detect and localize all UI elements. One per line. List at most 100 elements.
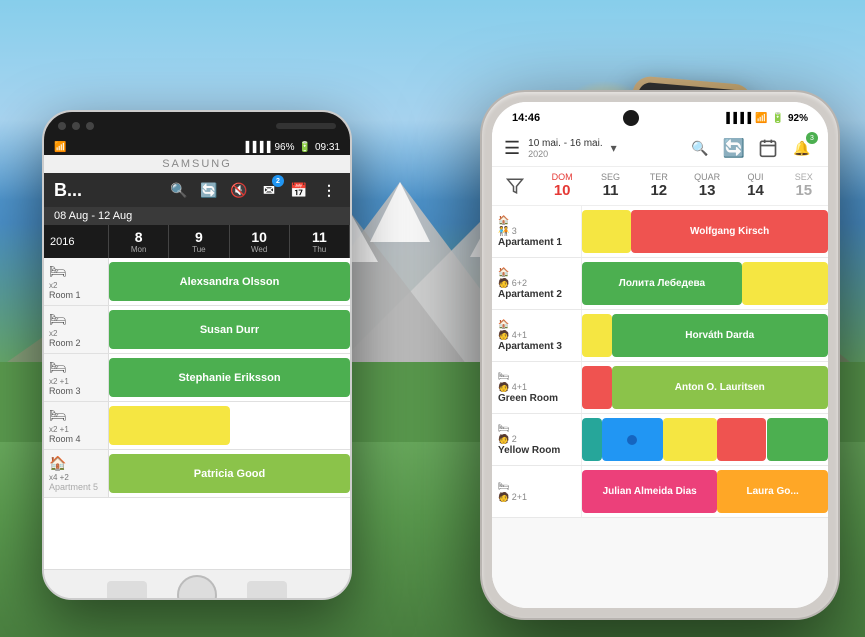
iphone-time: 14:46 xyxy=(512,112,540,124)
dropdown-icon[interactable]: ▾ xyxy=(611,141,617,155)
iphone-cal-days-header: DOM 10 SEG 11 TER 12 QUAR 13 QUI 14 xyxy=(492,167,828,206)
samsung-phone: 📶 ▐▐▐▐ 96% 🔋 09:31 SAMSUNG B... 🔍 🔄 🔇 ✉ … xyxy=(42,110,352,600)
apt3-name: Apartament 3 xyxy=(498,341,575,352)
search-button[interactable]: 🔍 xyxy=(686,134,714,162)
signal-icon: ▐▐▐▐ xyxy=(242,142,270,153)
booking-alexsandra[interactable]: Alexsandra Olsson xyxy=(109,262,350,301)
year-label: 2016 xyxy=(50,236,74,248)
room-3-cells: Stephanie Eriksson xyxy=(109,354,350,401)
apt1-yellow-block xyxy=(582,210,631,253)
room-row-2: 🛏 x2 Room 2 Susan Durr xyxy=(44,306,350,354)
refresh-button[interactable]: 🔄 xyxy=(720,134,748,162)
iphone-screen: 14:46 ▐▐▐▐ 📶 🔋 92% ☰ 10 mai. - 16 mai. 2… xyxy=(492,102,828,608)
yellow-room-blue xyxy=(602,418,664,461)
bed-icon-4: 🛏 xyxy=(49,407,103,424)
day-col-quar[interactable]: QUAR 13 xyxy=(683,169,731,203)
booking-julian[interactable]: Julian Almeida Dias xyxy=(582,470,717,513)
signal-bars: ▐▐▐▐ xyxy=(723,113,751,124)
mute-icon[interactable]: 🔇 xyxy=(228,179,250,201)
green-room-name: Green Room xyxy=(498,393,575,404)
day-col-8[interactable]: 8 Mon xyxy=(109,225,169,258)
apt1-info: 🏠 🧑‍🤝‍🧑 3 Apartament 1 xyxy=(492,206,582,257)
refresh-icon[interactable]: 🔄 xyxy=(198,179,220,201)
room-2-capacity: x2 xyxy=(49,329,103,338)
recent-button[interactable] xyxy=(247,581,287,601)
speaker-icon xyxy=(276,123,336,129)
day-name-thu: Thu xyxy=(292,245,347,254)
home-button[interactable] xyxy=(177,575,217,601)
iphone-status-bar: 14:46 ▐▐▐▐ 📶 🔋 92% xyxy=(492,102,828,130)
room6-cells: Julian Almeida Dias Laura Go... xyxy=(582,466,828,517)
more-icon[interactable]: ⋮ xyxy=(318,179,340,201)
calendar-button[interactable] xyxy=(754,134,782,162)
battery-pct: 92% xyxy=(788,113,808,124)
guest-name: Laura Go... xyxy=(747,486,799,497)
email-icon[interactable]: ✉ 2 xyxy=(258,179,280,201)
wifi-icon: 📶 xyxy=(755,113,767,124)
iphone-room-1: 🏠 🧑‍🤝‍🧑 3 Apartament 1 Wolfgang Kirsch xyxy=(492,206,828,258)
green-room-cells: Anton O. Lauritsen xyxy=(582,362,828,413)
day-col-sex[interactable]: SEX 15 xyxy=(780,169,828,203)
iphone: 14:46 ▐▐▐▐ 📶 🔋 92% ☰ 10 mai. - 16 mai. 2… xyxy=(480,90,840,620)
camera-notch xyxy=(623,110,639,126)
iphone-room-6: 🛏 🧑 2+1 Julian Almeida Dias Laura Go... xyxy=(492,466,828,518)
iphone-room-3: 🏠 🧑 4+1 Apartament 3 Horváth Darda xyxy=(492,310,828,362)
day-name-mon: Mon xyxy=(111,245,166,254)
apt3-yellow xyxy=(582,314,612,357)
apt3-cells: Horváth Darda xyxy=(582,310,828,361)
samsung-nav-bar xyxy=(44,569,350,600)
day-col-dom[interactable]: DOM 10 xyxy=(538,169,586,203)
search-icon[interactable]: 🔍 xyxy=(168,179,190,201)
hamburger-icon[interactable]: ☰ xyxy=(504,138,520,159)
year-column: 2016 xyxy=(44,225,109,258)
day-abbr-quar: QUAR xyxy=(694,172,720,182)
day-col-11[interactable]: 11 Thu xyxy=(290,225,350,258)
room-1-name: Room 1 xyxy=(49,290,103,300)
iphone-yellow-room: 🛏 🧑 2 Yellow Room xyxy=(492,414,828,466)
date-range-line1: 10 mai. - 16 mai. xyxy=(528,138,602,149)
calendar-icon[interactable]: 📅 xyxy=(288,179,310,201)
wifi-icon: 📶 xyxy=(54,142,66,153)
day-col-qui[interactable]: QUI 14 xyxy=(731,169,779,203)
yellow-room-info: 🛏 🧑 2 Yellow Room xyxy=(492,414,582,465)
date-range-text: 08 Aug - 12 Aug xyxy=(54,210,132,222)
iphone-header-left: ☰ 10 mai. - 16 mai. 2020 ▾ xyxy=(504,138,617,159)
day-col-10[interactable]: 10 Wed xyxy=(230,225,290,258)
guest-name: Patricia Good xyxy=(194,468,266,480)
sensor xyxy=(72,122,80,130)
day-col-9[interactable]: 9 Tue xyxy=(169,225,229,258)
room-1-cells: Alexsandra Olsson xyxy=(109,258,350,305)
apt1-name: Apartament 1 xyxy=(498,237,575,248)
green-room-info: 🛏 🧑 4+1 Green Room xyxy=(492,362,582,413)
yellow-room-cells xyxy=(582,414,828,465)
yellow-room-capacity: 🧑 2 xyxy=(498,434,575,445)
bed-icon-3: 🛏 xyxy=(49,359,103,376)
day-num-11: 11 xyxy=(588,182,632,200)
booking-horvath[interactable]: Horváth Darda xyxy=(612,314,828,357)
booking-susan[interactable]: Susan Durr xyxy=(109,310,350,349)
battery-percentage: 96% xyxy=(275,142,295,153)
filter-icon[interactable] xyxy=(492,169,538,203)
header-icons: 🔍 🔄 🔇 ✉ 2 📅 ⋮ xyxy=(168,179,340,201)
time-display: 09:31 xyxy=(315,142,340,153)
day-col-seg[interactable]: SEG 11 xyxy=(586,169,634,203)
day-col-ter[interactable]: TER 12 xyxy=(635,169,683,203)
room-3-name: Room 3 xyxy=(49,386,103,396)
samsung-sensors xyxy=(58,122,94,130)
bell-button[interactable]: 🔔 3 xyxy=(788,134,816,162)
calendar-columns-header: 2016 8 Mon 9 Tue 10 Wed 11 Thu xyxy=(44,225,350,258)
samsung-brand-label: SAMSUNG xyxy=(44,155,350,173)
back-button[interactable] xyxy=(107,581,147,601)
guest-name: Susan Durr xyxy=(200,324,259,336)
booking-anton[interactable]: Anton O. Lauritsen xyxy=(612,366,828,409)
guest-name: Anton O. Lauritsen xyxy=(675,382,765,393)
guest-name: Лолита Лебедева xyxy=(619,278,705,289)
booking-laura[interactable]: Laura Go... xyxy=(717,470,828,513)
iphone-status-icons: ▐▐▐▐ 📶 🔋 92% xyxy=(723,113,808,124)
booking-patricia[interactable]: Patricia Good xyxy=(109,454,350,493)
booking-wolfgang[interactable]: Wolfgang Kirsch xyxy=(631,210,828,253)
booking-empty-yellow xyxy=(109,406,230,445)
booking-stephanie[interactable]: Stephanie Eriksson xyxy=(109,358,350,397)
booking-lolita[interactable]: Лолита Лебедева xyxy=(582,262,742,305)
bed-icon-2: 🛏 xyxy=(49,311,103,328)
